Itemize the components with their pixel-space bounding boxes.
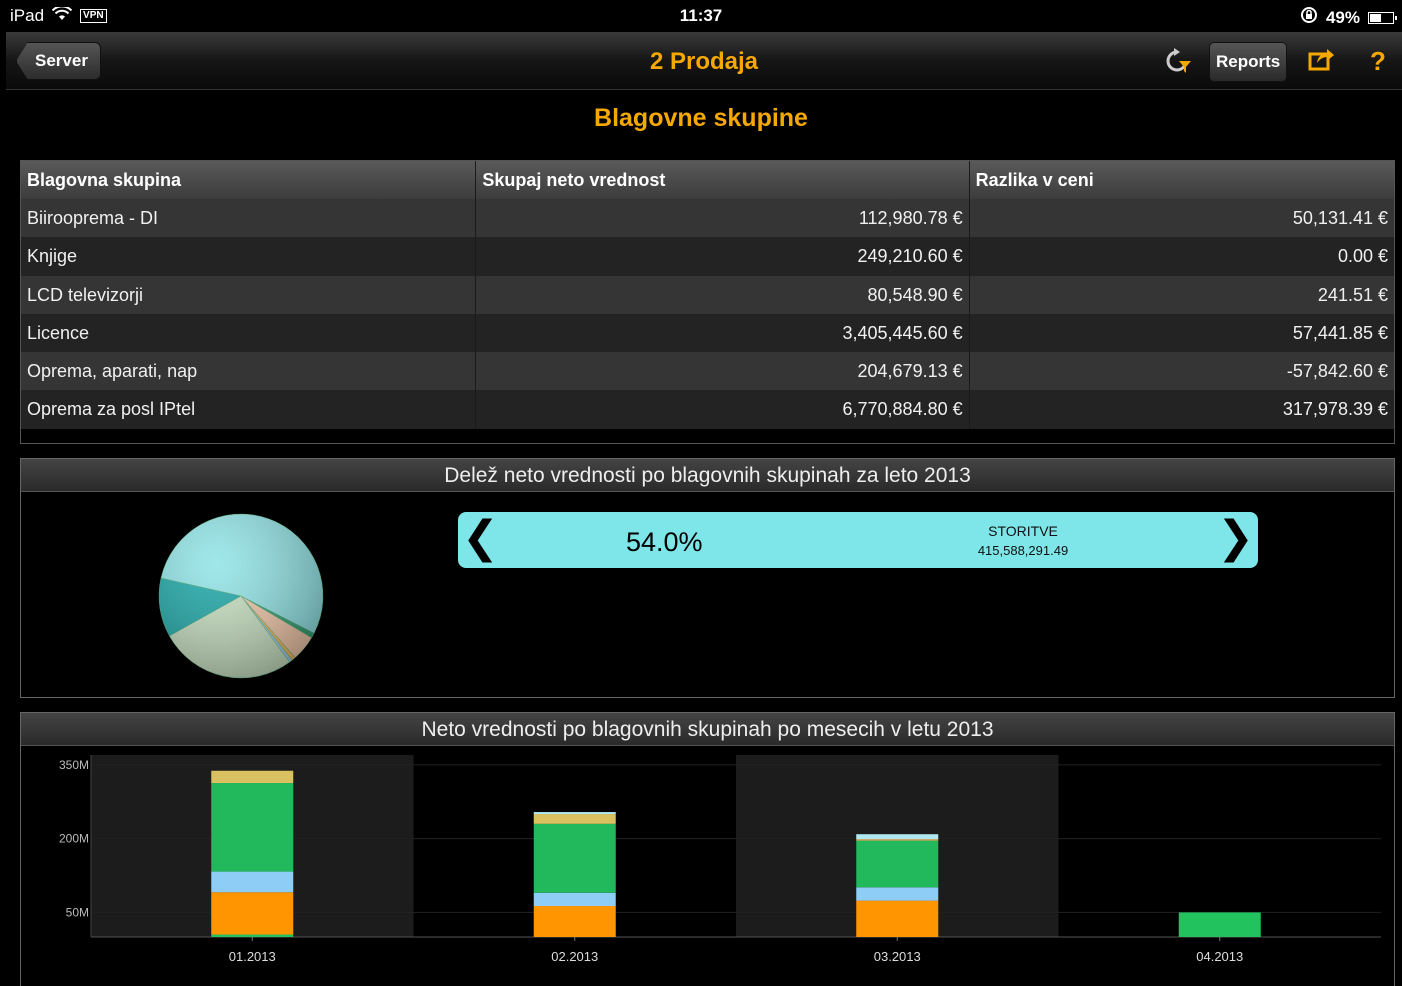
- column-header-group[interactable]: Blagovna skupina: [21, 161, 477, 199]
- pie-chart[interactable]: [141, 501, 341, 701]
- battery-icon: [1368, 11, 1397, 24]
- cell-price-diff: 57,441.85 €: [1292, 322, 1388, 343]
- reports-button[interactable]: Reports: [1209, 42, 1288, 82]
- cell-group: LCD televizorji: [21, 275, 477, 314]
- cell-net-value: 112,980.78 €: [476, 199, 970, 238]
- bar-segment[interactable]: [533, 814, 616, 824]
- bar-segment[interactable]: [856, 839, 939, 841]
- battery-percent: 49%: [1325, 7, 1360, 27]
- previous-slice-button[interactable]: ❮: [462, 516, 499, 560]
- pie-shading: [159, 514, 323, 678]
- column-header-net-value[interactable]: Skupaj neto vrednost: [476, 161, 970, 199]
- navigation-bar: Server 2 Prodaja Reports ?: [6, 32, 1402, 90]
- pie-chart-title: Delež neto vrednosti po blagovnih skupin…: [21, 459, 1394, 492]
- slice-selector: ❮ 54.0% STORITVE 415,588,291.49 ❯: [458, 512, 1258, 568]
- bar-segment[interactable]: [211, 871, 294, 893]
- nav-title: 2 Prodaja: [649, 48, 759, 75]
- bar-segment[interactable]: [856, 840, 939, 888]
- rotation-lock-icon: [1300, 6, 1318, 29]
- bar-segment[interactable]: [533, 812, 616, 815]
- bar-segment[interactable]: [533, 906, 616, 937]
- refresh-filter-icon[interactable]: [1162, 46, 1192, 82]
- bar-segment[interactable]: [533, 892, 616, 907]
- status-bar: iPad VPN 11:37 49%: [0, 0, 1402, 32]
- bar-segment[interactable]: [211, 783, 294, 872]
- page-title: Blagovne skupine: [594, 104, 808, 132]
- cell-price-diff: 0.00 €: [1337, 246, 1388, 267]
- cell-group: Licence: [21, 313, 477, 353]
- cell-net-value: 6,770,884.80 €: [476, 390, 970, 429]
- cell-group: Oprema, aparati, nap: [21, 352, 477, 391]
- cell-price-diff: 50,131.41 €: [1292, 208, 1388, 228]
- cell-net-value: 204,679.13 €: [476, 352, 970, 391]
- help-icon[interactable]: ?: [1370, 46, 1386, 76]
- bar-segment[interactable]: [533, 823, 616, 893]
- cell-price-diff: 317,978.39 €: [1282, 399, 1388, 420]
- share-icon[interactable]: [1308, 46, 1336, 78]
- table-row[interactable]: LCD televizorji 80,548.90 € 241.51 €: [21, 275, 1394, 314]
- cell-group: Oprema za posl IPtel: [21, 390, 477, 429]
- bar-segment[interactable]: [211, 892, 294, 935]
- table-row[interactable]: Knjige 249,210.60 € 0.00 €: [21, 237, 1394, 276]
- bar-chart-title: Neto vrednosti po blagovnih skupinah po …: [21, 713, 1394, 746]
- table-row[interactable]: Licence 3,405,445.60 € 57,441.85 €: [21, 313, 1394, 353]
- slice-value: 415,588,291.49: [977, 543, 1069, 558]
- y-tick-label: 50M: [66, 905, 89, 919]
- table-row[interactable]: Oprema za posl IPtel 6,770,884.80 € 317,97…: [21, 390, 1394, 429]
- table-row[interactable]: Oprema, aparati, nap 204,679.13 € -57,842.…: [21, 352, 1394, 391]
- cell-group: Biirooprema - DI: [21, 199, 477, 238]
- bar-segment[interactable]: [211, 934, 294, 937]
- y-tick-label: 200M: [59, 832, 89, 846]
- slice-percent: 54.0%: [626, 527, 703, 557]
- cell-net-value: 80,548.90 €: [476, 275, 970, 314]
- cell-group: Knjige: [21, 237, 477, 276]
- bar-segment[interactable]: [856, 834, 939, 840]
- y-tick-label: 350M: [59, 758, 89, 772]
- x-tick-label: 03.2013: [874, 949, 921, 964]
- bar-segment[interactable]: [856, 887, 939, 901]
- slice-name: STORITVE: [988, 523, 1058, 539]
- column-header-price-diff[interactable]: Razlika v ceni: [970, 161, 1394, 199]
- next-slice-button[interactable]: ❯: [1217, 516, 1254, 560]
- bar-chart-panel: Neto vrednosti po blagovnih skupinah po …: [20, 712, 1395, 986]
- back-button[interactable]: Server: [16, 42, 101, 80]
- x-tick-label: 04.2013: [1196, 949, 1243, 964]
- product-groups-table: Blagovna skupina Skupaj neto vrednost Ra…: [20, 160, 1395, 444]
- pie-chart-panel: Delež neto vrednosti po blagovnih skupin…: [20, 458, 1395, 698]
- table-row[interactable]: Biirooprema - DI 112,980.78 € 50,131.41 €: [21, 199, 1394, 238]
- cell-price-diff: 241.51 €: [1317, 284, 1388, 305]
- table-body: Biirooprema - DI 112,980.78 € 50,131.41 € K…: [21, 199, 1394, 429]
- bar-segment[interactable]: [1178, 912, 1261, 937]
- cell-net-value: 249,210.60 €: [476, 237, 970, 276]
- bar-segment[interactable]: [211, 770, 294, 784]
- table-header-row: Blagovna skupina Skupaj neto vrednost Ra…: [21, 161, 1394, 199]
- bar-segment[interactable]: [856, 900, 939, 937]
- cell-price-diff: -57,842.60 €: [1286, 361, 1388, 382]
- status-time: 11:37: [679, 6, 723, 25]
- x-tick-label: 02.2013: [551, 949, 598, 964]
- bar-chart[interactable]: 50M 200M 350M 01.2013 02.2013 03.2013 04.2013: [21, 747, 1393, 985]
- x-tick-label: 01.2013: [229, 949, 276, 964]
- cell-net-value: 3,405,445.60 €: [476, 313, 970, 353]
